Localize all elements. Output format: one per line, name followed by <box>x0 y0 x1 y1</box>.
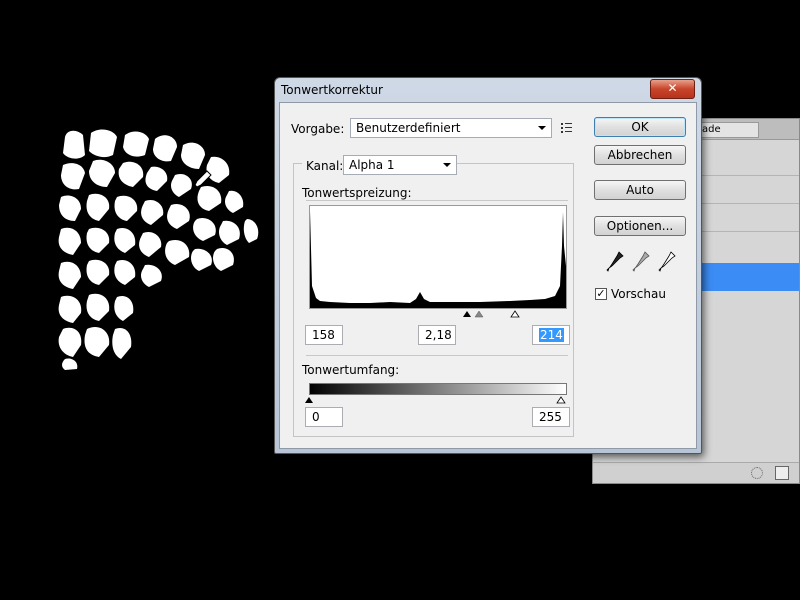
ok-button[interactable]: OK <box>594 117 686 137</box>
options-button[interactable]: Optionen... <box>594 216 686 236</box>
dialog-title: Tonwertkorrektur <box>281 83 383 97</box>
close-button[interactable]: ✕ <box>650 79 695 99</box>
close-icon: ✕ <box>667 81 678 95</box>
divider <box>306 355 568 356</box>
preset-menu-icon[interactable] <box>560 120 574 134</box>
output-sliders[interactable] <box>305 395 569 405</box>
white-point-slider[interactable] <box>510 310 520 318</box>
preset-select[interactable]: Benutzerdefiniert <box>350 118 552 138</box>
output-white-field[interactable]: 255 <box>532 407 570 427</box>
output-black-field[interactable]: 0 <box>305 407 343 427</box>
new-layer-icon[interactable] <box>775 466 789 480</box>
input-sliders[interactable] <box>463 309 523 319</box>
preset-label: Vorgabe: <box>291 122 345 136</box>
panel-footer <box>593 462 799 483</box>
channel-select[interactable]: Alpha 1 <box>343 155 457 175</box>
dialog-titlebar[interactable]: Tonwertkorrektur ✕ <box>275 78 701 102</box>
input-white-field[interactable]: 214 <box>532 325 570 345</box>
chevron-down-icon <box>443 163 451 167</box>
input-black-field[interactable]: 158 <box>305 325 343 345</box>
black-point-slider[interactable] <box>463 311 471 317</box>
output-black-slider[interactable] <box>305 397 313 403</box>
gray-eyedropper-icon[interactable] <box>632 251 650 273</box>
white-eyedropper-icon[interactable] <box>658 251 676 273</box>
black-eyedropper-icon[interactable] <box>606 251 624 273</box>
input-white-value: 214 <box>539 328 564 342</box>
eyedropper-cursor-icon <box>194 170 212 188</box>
channel-label: Kanal: <box>302 159 348 173</box>
input-levels-label: Tonwertspreizung: <box>302 186 412 200</box>
output-white-slider[interactable] <box>556 396 566 404</box>
gamma-slider[interactable] <box>474 310 484 318</box>
mask-icon[interactable] <box>751 467 763 479</box>
histogram-graph <box>310 211 566 308</box>
histogram <box>309 205 567 309</box>
divider <box>306 200 568 201</box>
levels-dialog: Tonwertkorrektur ✕ Vorgabe: Benutzerdefi… <box>274 77 702 454</box>
preview-label[interactable]: Vorschau <box>611 287 666 301</box>
auto-button[interactable]: Auto <box>594 180 686 200</box>
input-gamma-field[interactable]: 2,18 <box>418 325 456 345</box>
channel-value: Alpha 1 <box>349 158 395 172</box>
cancel-button[interactable]: Abbrechen <box>594 145 686 165</box>
dialog-client: Vorgabe: Benutzerdefiniert Kanal: Alpha … <box>279 102 697 449</box>
output-gradient <box>309 383 567 395</box>
output-levels-label: Tonwertumfang: <box>302 363 400 377</box>
canvas-letter-p <box>58 129 259 370</box>
chevron-down-icon <box>538 126 546 130</box>
preview-checkbox[interactable]: ✓ <box>595 288 607 300</box>
preset-value: Benutzerdefiniert <box>356 121 461 135</box>
